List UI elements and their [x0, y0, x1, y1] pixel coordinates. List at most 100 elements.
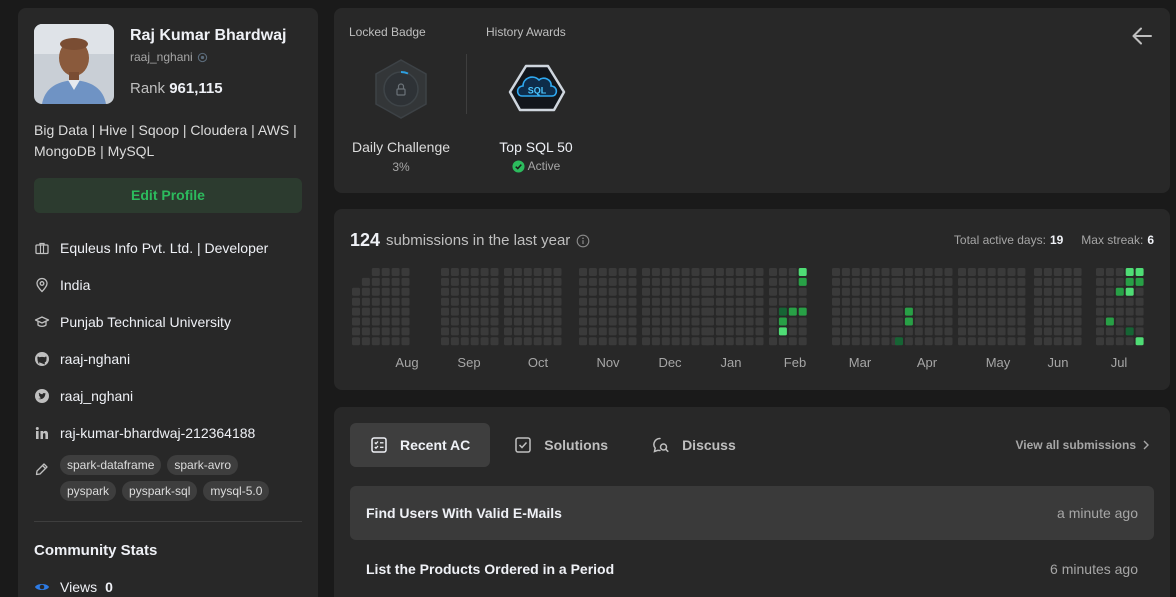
calendar-day-cell[interactable]	[543, 337, 552, 346]
calendar-day-cell[interactable]	[861, 317, 870, 326]
calendar-day-cell[interactable]	[715, 277, 724, 286]
calendar-day-cell[interactable]	[881, 297, 890, 306]
calendar-day-cell[interactable]	[490, 268, 499, 276]
calendar-day-cell[interactable]	[1043, 317, 1052, 326]
skill-tag[interactable]: pyspark	[60, 481, 117, 501]
calendar-day-cell[interactable]	[987, 268, 996, 276]
calendar-day-cell[interactable]	[904, 287, 913, 296]
calendar-day-cell[interactable]	[1043, 307, 1052, 316]
calendar-day-cell[interactable]	[1073, 297, 1082, 306]
calendar-day-cell[interactable]	[788, 268, 797, 276]
calendar-day-cell[interactable]	[977, 297, 986, 306]
calendar-day-cell[interactable]	[1017, 327, 1026, 336]
calendar-day-cell[interactable]	[691, 297, 700, 306]
back-arrow-icon[interactable]	[1130, 24, 1154, 48]
calendar-day-cell[interactable]	[661, 297, 670, 306]
edit-profile-button[interactable]: Edit Profile	[34, 178, 302, 213]
calendar-day-cell[interactable]	[401, 277, 410, 286]
calendar-day-cell[interactable]	[1105, 307, 1114, 316]
calendar-day-cell[interactable]	[441, 287, 449, 296]
calendar-day-cell[interactable]	[871, 327, 880, 336]
calendar-day-cell[interactable]	[944, 337, 953, 346]
calendar-day-cell[interactable]	[608, 327, 617, 336]
calendar-day-cell[interactable]	[997, 327, 1006, 336]
calendar-day-cell[interactable]	[651, 297, 660, 306]
calendar-day-cell[interactable]	[841, 287, 850, 296]
calendar-day-cell[interactable]	[523, 277, 532, 286]
calendar-day-cell[interactable]	[691, 317, 700, 326]
calendar-day-cell[interactable]	[533, 307, 542, 316]
view-all-submissions-link[interactable]: View all submissions	[1016, 438, 1151, 452]
calendar-day-cell[interactable]	[914, 317, 923, 326]
calendar-day-cell[interactable]	[543, 277, 552, 286]
calendar-day-cell[interactable]	[977, 307, 986, 316]
calendar-day-cell[interactable]	[725, 337, 734, 346]
calendar-day-cell[interactable]	[895, 268, 903, 276]
calendar-day-cell[interactable]	[361, 337, 370, 346]
calendar-day-cell[interactable]	[735, 277, 744, 286]
calendar-day-cell[interactable]	[1017, 317, 1026, 326]
calendar-day-cell[interactable]	[671, 337, 680, 346]
calendar-day-cell[interactable]	[628, 297, 637, 306]
calendar-day-cell[interactable]	[651, 327, 660, 336]
calendar-day-cell[interactable]	[851, 268, 860, 276]
calendar-day-cell[interactable]	[628, 287, 637, 296]
calendar-day-cell[interactable]	[352, 337, 360, 346]
calendar-day-cell[interactable]	[706, 307, 714, 316]
calendar-day-cell[interactable]	[1043, 297, 1052, 306]
calendar-day-cell[interactable]	[588, 317, 597, 326]
calendar-day-cell[interactable]	[661, 287, 670, 296]
calendar-day-cell[interactable]	[523, 327, 532, 336]
calendar-day-cell[interactable]	[460, 317, 469, 326]
calendar-day-cell[interactable]	[871, 287, 880, 296]
calendar-day-cell[interactable]	[1063, 337, 1072, 346]
calendar-day-cell[interactable]	[997, 297, 1006, 306]
calendar-day-cell[interactable]	[904, 327, 913, 336]
calendar-day-cell[interactable]	[778, 327, 787, 336]
calendar-day-cell[interactable]	[618, 287, 627, 296]
calendar-day-cell[interactable]	[1043, 327, 1052, 336]
calendar-day-cell[interactable]	[391, 287, 400, 296]
calendar-day-cell[interactable]	[490, 327, 499, 336]
calendar-day-cell[interactable]	[553, 327, 562, 336]
calendar-day-cell[interactable]	[579, 277, 587, 286]
calendar-day-cell[interactable]	[504, 287, 512, 296]
calendar-day-cell[interactable]	[851, 337, 860, 346]
calendar-day-cell[interactable]	[361, 317, 370, 326]
calendar-day-cell[interactable]	[997, 287, 1006, 296]
calendar-day-cell[interactable]	[1135, 307, 1144, 316]
calendar-day-cell[interactable]	[523, 287, 532, 296]
calendar-day-cell[interactable]	[1125, 337, 1134, 346]
calendar-day-cell[interactable]	[735, 287, 744, 296]
calendar-day-cell[interactable]	[553, 287, 562, 296]
calendar-day-cell[interactable]	[1096, 277, 1104, 286]
calendar-day-cell[interactable]	[504, 317, 512, 326]
calendar-day-cell[interactable]	[1043, 277, 1052, 286]
calendar-day-cell[interactable]	[1073, 268, 1082, 276]
calendar-day-cell[interactable]	[1125, 307, 1134, 316]
calendar-day-cell[interactable]	[579, 327, 587, 336]
calendar-day-cell[interactable]	[490, 287, 499, 296]
calendar-day-cell[interactable]	[598, 317, 607, 326]
tab-discuss[interactable]: Discuss	[632, 423, 756, 467]
calendar-day-cell[interactable]	[851, 307, 860, 316]
calendar-day-cell[interactable]	[1073, 287, 1082, 296]
calendar-day-cell[interactable]	[642, 327, 650, 336]
calendar-day-cell[interactable]	[533, 297, 542, 306]
calendar-day-cell[interactable]	[598, 268, 607, 276]
calendar-day-cell[interactable]	[523, 317, 532, 326]
calendar-day-cell[interactable]	[832, 277, 840, 286]
calendar-day-cell[interactable]	[832, 268, 840, 276]
calendar-day-cell[interactable]	[924, 327, 933, 336]
calendar-day-cell[interactable]	[769, 327, 777, 336]
calendar-day-cell[interactable]	[588, 287, 597, 296]
calendar-day-cell[interactable]	[588, 307, 597, 316]
calendar-day-cell[interactable]	[725, 268, 734, 276]
calendar-day-cell[interactable]	[470, 268, 479, 276]
calendar-day-cell[interactable]	[371, 337, 380, 346]
calendar-day-cell[interactable]	[1115, 317, 1124, 326]
calendar-day-cell[interactable]	[881, 317, 890, 326]
calendar-day-cell[interactable]	[504, 337, 512, 346]
calendar-day-cell[interactable]	[391, 337, 400, 346]
calendar-day-cell[interactable]	[788, 277, 797, 286]
